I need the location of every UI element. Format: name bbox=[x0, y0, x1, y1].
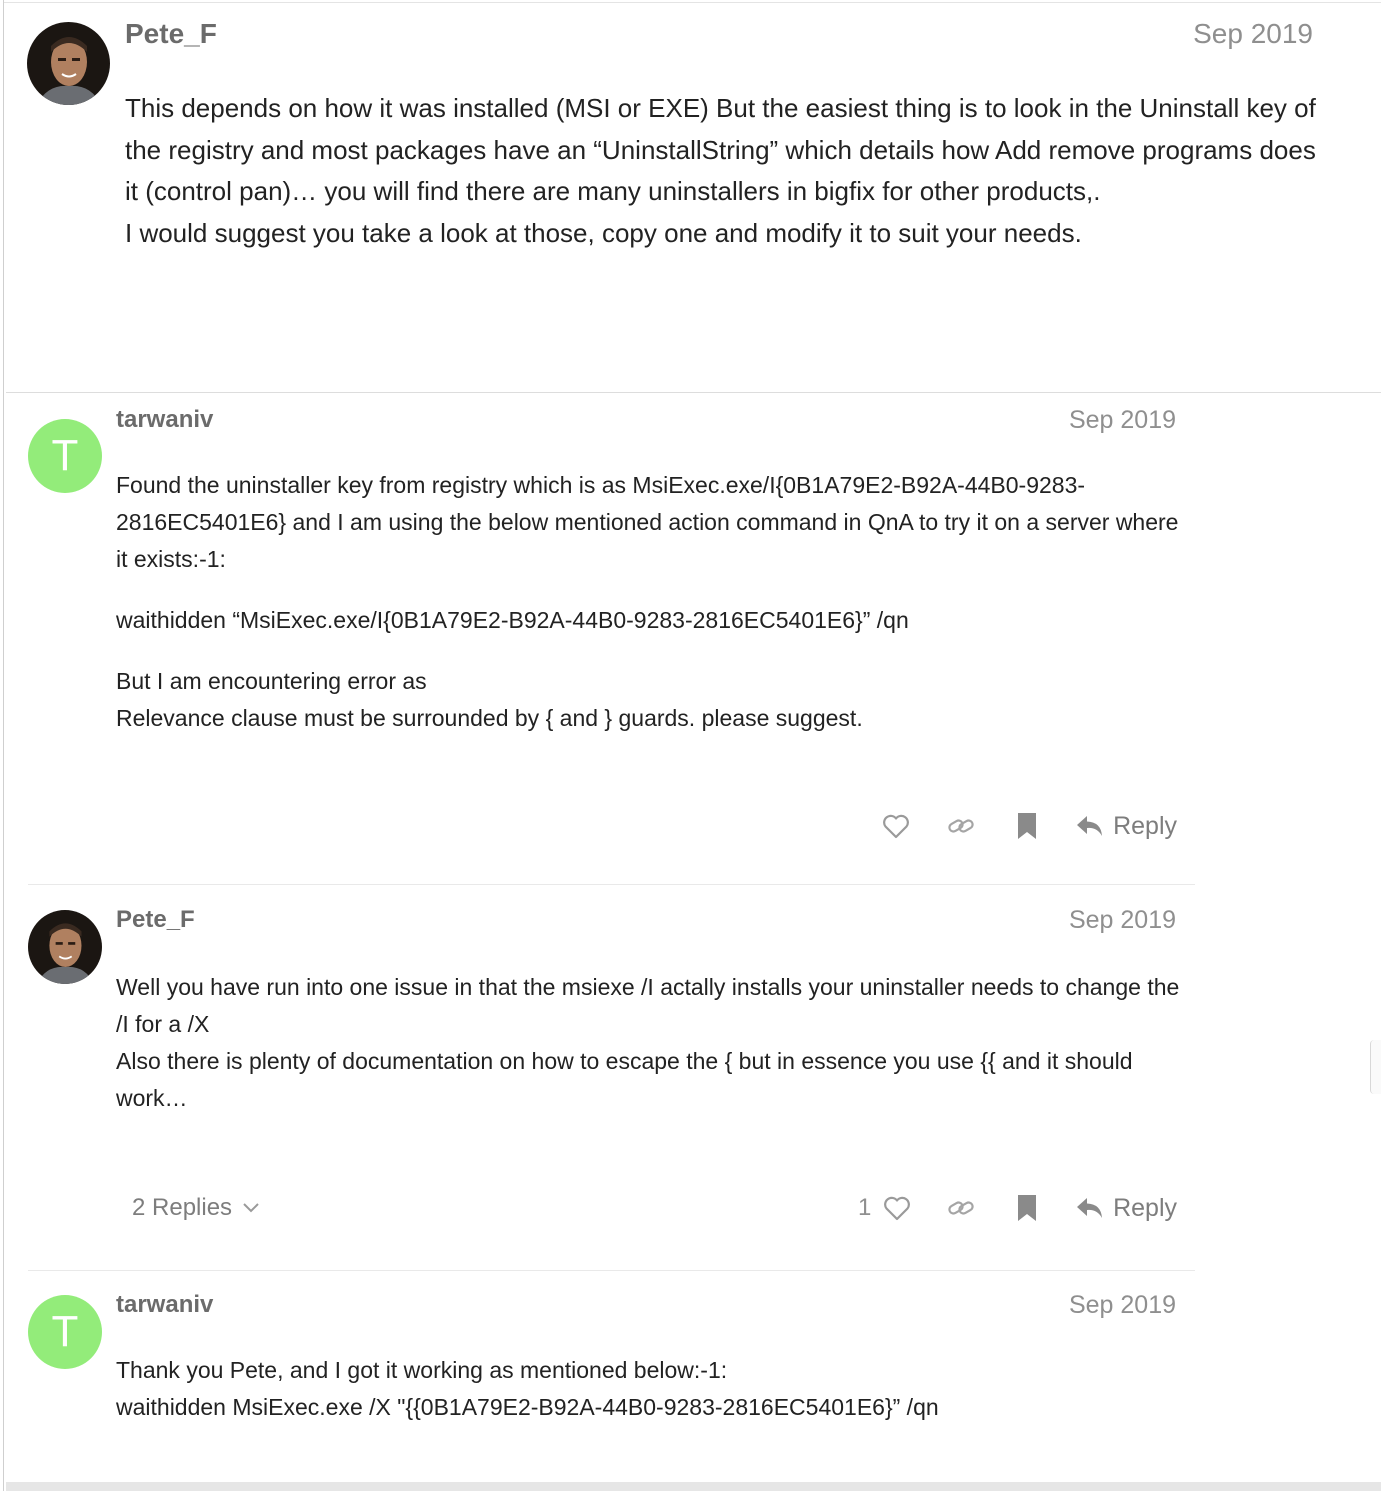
bookmark-icon bbox=[1018, 813, 1036, 839]
post-paragraph: Well you have run into one issue in that… bbox=[116, 974, 1180, 1037]
post-paragraph: This depends on how it was installed (MS… bbox=[125, 93, 1316, 207]
link-icon bbox=[948, 819, 974, 833]
like-count: 1 bbox=[858, 1194, 872, 1221]
avatar[interactable] bbox=[27, 22, 110, 105]
post-date[interactable]: Sep 2019 bbox=[1069, 906, 1176, 935]
post-actions: 2 Replies 1 Reply bbox=[116, 1188, 1181, 1228]
heart-icon bbox=[883, 814, 909, 839]
bookmark-button[interactable] bbox=[1016, 806, 1038, 846]
top-border bbox=[3, 2, 1381, 3]
bookmark-icon bbox=[1018, 1195, 1036, 1221]
share-link-button[interactable] bbox=[947, 806, 975, 846]
reply-arrow-icon bbox=[1077, 1198, 1103, 1218]
like-button[interactable]: 1 bbox=[858, 1188, 911, 1228]
left-border bbox=[3, 0, 4, 1491]
replies-label: 2 Replies bbox=[132, 1194, 233, 1221]
post-paragraph: But I am encountering error as bbox=[116, 668, 427, 694]
post-paragraph: Also there is plenty of documentation on… bbox=[116, 1048, 1133, 1111]
username[interactable]: tarwaniv bbox=[116, 406, 213, 434]
username[interactable]: tarwaniv bbox=[116, 1291, 213, 1319]
reply-arrow-icon bbox=[1077, 816, 1103, 836]
post-divider bbox=[28, 1270, 1195, 1271]
post-paragraph: Thank you Pete, and I got it working as … bbox=[116, 1357, 728, 1383]
post-body: Found the uninstaller key from registry … bbox=[116, 467, 1191, 737]
post-body: This depends on how it was installed (MS… bbox=[125, 88, 1320, 255]
post-paragraph: Relevance clause must be surrounded by {… bbox=[116, 705, 863, 731]
post-date[interactable]: Sep 2019 bbox=[1193, 18, 1313, 50]
username[interactable]: Pete_F bbox=[116, 906, 195, 934]
avatar-letter: T bbox=[51, 431, 79, 480]
heart-icon bbox=[884, 1196, 911, 1221]
avatar[interactable]: T bbox=[28, 1295, 102, 1369]
replies-toggle[interactable]: 2 Replies bbox=[132, 1188, 260, 1228]
code-line: waithidden MsiExec.exe /X "{{0B1A79E2-B9… bbox=[116, 1394, 939, 1420]
code-line: waithidden “MsiExec.exe/I{0B1A79E2-B92A-… bbox=[116, 607, 909, 633]
timeline-scroll-handle[interactable] bbox=[1370, 1040, 1381, 1094]
bookmark-button[interactable] bbox=[1016, 1188, 1038, 1228]
avatar[interactable]: T bbox=[28, 419, 102, 493]
like-button[interactable] bbox=[882, 806, 910, 846]
reply-button[interactable]: Reply bbox=[1076, 806, 1177, 846]
post-date[interactable]: Sep 2019 bbox=[1069, 1291, 1176, 1320]
post-actions: Reply bbox=[116, 806, 1181, 846]
share-link-button[interactable] bbox=[947, 1188, 975, 1228]
post-body: Well you have run into one issue in that… bbox=[116, 969, 1191, 1117]
avatar-letter: T bbox=[51, 1307, 79, 1356]
reply-label: Reply bbox=[1113, 811, 1177, 840]
username[interactable]: Pete_F bbox=[125, 18, 217, 50]
reply-label: Reply bbox=[1113, 1193, 1177, 1222]
horizontal-scrollbar[interactable] bbox=[6, 1482, 1381, 1491]
post-paragraph: I would suggest you take a look at those… bbox=[125, 218, 1082, 249]
chevron-down-icon bbox=[243, 1203, 259, 1213]
post-date[interactable]: Sep 2019 bbox=[1069, 406, 1176, 435]
post-divider bbox=[28, 884, 1195, 885]
post-paragraph: Found the uninstaller key from registry … bbox=[116, 472, 1179, 572]
link-icon bbox=[948, 1201, 974, 1215]
post-body: Thank you Pete, and I got it working as … bbox=[116, 1352, 1191, 1426]
avatar[interactable] bbox=[28, 910, 102, 984]
reply-button[interactable]: Reply bbox=[1076, 1188, 1177, 1228]
post-divider bbox=[6, 392, 1381, 393]
